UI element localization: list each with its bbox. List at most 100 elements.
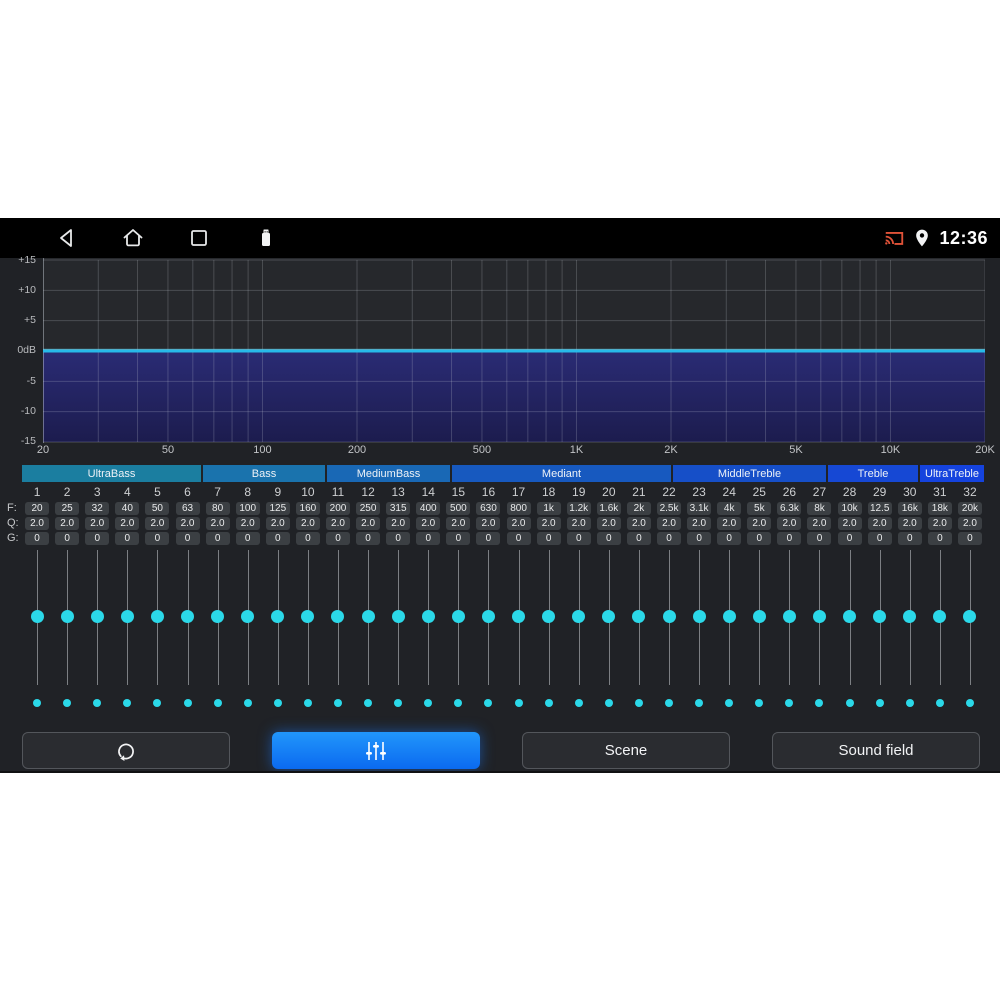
q-value[interactable]: 2.0 [356,517,381,530]
frequency-value[interactable]: 200 [325,502,350,515]
frequency-value[interactable]: 1.6k [596,502,621,515]
q-value[interactable]: 2.0 [927,517,952,530]
slider-knob[interactable] [542,610,556,623]
gain-slider[interactable] [22,547,52,689]
gain-slider[interactable] [263,547,293,689]
frequency-value[interactable]: 63 [175,502,200,515]
slider-knob[interactable] [271,610,285,623]
gain-slider[interactable] [142,547,172,689]
q-value[interactable]: 2.0 [747,517,772,530]
slider-knob[interactable] [181,610,195,623]
frequency-value[interactable]: 2k [626,502,651,515]
home-icon[interactable] [121,226,145,250]
q-value[interactable]: 2.0 [416,517,441,530]
frequency-value[interactable]: 100 [235,502,260,515]
gain-slider[interactable] [865,547,895,689]
recents-icon[interactable] [187,226,211,250]
q-value[interactable]: 2.0 [145,517,170,530]
gain-value[interactable]: 0 [626,532,651,545]
gain-value[interactable]: 0 [175,532,200,545]
frequency-value[interactable]: 32 [85,502,110,515]
slider-knob[interactable] [241,610,255,623]
q-value[interactable]: 2.0 [55,517,80,530]
slider-knob[interactable] [692,610,706,623]
gain-slider[interactable] [534,547,564,689]
gain-value[interactable]: 0 [235,532,260,545]
gain-slider[interactable] [504,547,534,689]
gain-slider[interactable] [624,547,654,689]
gain-slider[interactable] [925,547,955,689]
frequency-value[interactable]: 800 [506,502,531,515]
gain-value[interactable]: 0 [55,532,80,545]
slider-knob[interactable] [391,610,405,623]
q-value[interactable]: 2.0 [687,517,712,530]
gain-slider[interactable] [52,547,82,689]
gain-value[interactable]: 0 [295,532,320,545]
slider-knob[interactable] [150,610,164,623]
gain-value[interactable]: 0 [747,532,772,545]
q-value[interactable]: 2.0 [717,517,742,530]
q-value[interactable]: 2.0 [325,517,350,530]
frequency-value[interactable]: 10k [837,502,862,515]
scene-button[interactable]: Scene [522,732,730,769]
q-value[interactable]: 2.0 [446,517,471,530]
reset-button[interactable] [22,732,230,769]
gain-slider[interactable] [955,547,985,689]
gain-slider[interactable] [383,547,413,689]
frequency-value[interactable]: 500 [446,502,471,515]
gain-value[interactable]: 0 [115,532,140,545]
frequency-value[interactable]: 1.2k [566,502,591,515]
slider-knob[interactable] [933,610,947,623]
q-value[interactable]: 2.0 [25,517,50,530]
frequency-value[interactable]: 80 [205,502,230,515]
q-value[interactable]: 2.0 [235,517,260,530]
gain-slider[interactable] [835,547,865,689]
gain-value[interactable]: 0 [927,532,952,545]
gain-slider[interactable] [804,547,834,689]
slider-knob[interactable] [722,610,736,623]
q-value[interactable]: 2.0 [626,517,651,530]
frequency-value[interactable]: 20k [957,502,982,515]
q-value[interactable]: 2.0 [476,517,501,530]
gain-value[interactable]: 0 [657,532,682,545]
slider-knob[interactable] [301,610,315,623]
slider-knob[interactable] [782,610,796,623]
gain-value[interactable]: 0 [777,532,802,545]
frequency-value[interactable]: 3.1k [687,502,712,515]
slider-knob[interactable] [632,610,646,623]
frequency-value[interactable]: 16k [897,502,922,515]
frequency-value[interactable]: 18k [927,502,952,515]
back-icon[interactable] [55,226,79,250]
slider-knob[interactable] [512,610,526,623]
q-value[interactable]: 2.0 [957,517,982,530]
gain-slider[interactable] [293,547,323,689]
slider-knob[interactable] [662,610,676,623]
gain-value[interactable]: 0 [867,532,892,545]
q-value[interactable]: 2.0 [777,517,802,530]
slider-knob[interactable] [602,610,616,623]
gain-value[interactable]: 0 [957,532,982,545]
q-value[interactable]: 2.0 [265,517,290,530]
gain-slider[interactable] [203,547,233,689]
gain-slider[interactable] [82,547,112,689]
gain-slider[interactable] [413,547,443,689]
slider-knob[interactable] [963,610,977,623]
slider-knob[interactable] [451,610,465,623]
gain-value[interactable]: 0 [596,532,621,545]
q-value[interactable]: 2.0 [837,517,862,530]
frequency-value[interactable]: 8k [807,502,832,515]
frequency-value[interactable]: 40 [115,502,140,515]
gain-value[interactable]: 0 [356,532,381,545]
slider-knob[interactable] [843,610,857,623]
frequency-value[interactable]: 1k [536,502,561,515]
gain-value[interactable]: 0 [566,532,591,545]
frequency-value[interactable]: 50 [145,502,170,515]
q-value[interactable]: 2.0 [657,517,682,530]
gain-value[interactable]: 0 [25,532,50,545]
gain-slider[interactable] [112,547,142,689]
gain-slider[interactable] [233,547,263,689]
slider-knob[interactable] [30,610,44,623]
gain-value[interactable]: 0 [687,532,712,545]
gain-slider[interactable] [654,547,684,689]
frequency-value[interactable]: 315 [386,502,411,515]
